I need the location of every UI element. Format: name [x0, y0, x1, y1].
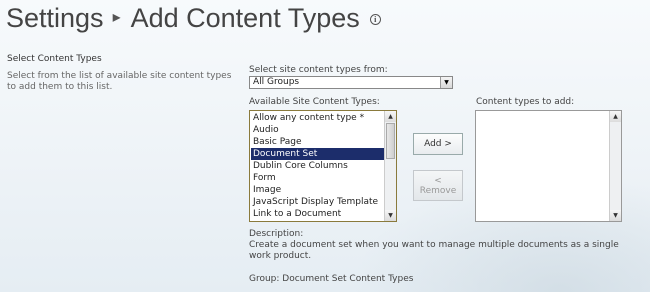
list-item[interactable]: Audio — [251, 124, 384, 136]
list-item[interactable]: Image — [251, 184, 384, 196]
section-description: Select from the list of available site c… — [7, 71, 232, 92]
breadcrumb-settings[interactable]: Settings — [6, 3, 104, 33]
added-scrollbar[interactable]: ▲ ▼ — [609, 111, 621, 221]
list-item[interactable]: Dublin Core Columns — [251, 160, 384, 172]
section-title: Select Content Types — [7, 54, 102, 64]
description-text: Create a document set when you want to m… — [249, 240, 619, 261]
group-select-value: All Groups — [253, 77, 300, 87]
added-label: Content types to add: — [476, 97, 575, 107]
available-scrollbar[interactable]: ▲ ▼ — [384, 111, 396, 221]
available-label: Available Site Content Types: — [249, 97, 380, 107]
page-header: Settings ▸ Add Content Types i — [6, 3, 381, 33]
list-item[interactable]: Form — [251, 172, 384, 184]
scroll-down-icon[interactable]: ▼ — [385, 210, 396, 221]
available-items: Allow any content type * Audio Basic Page D… — [251, 112, 384, 220]
page-title: Add Content Types — [130, 3, 360, 33]
dropdown-arrow-icon[interactable]: ▼ — [440, 77, 452, 88]
group-select[interactable]: All Groups ▼ — [249, 76, 453, 89]
list-item[interactable]: Basic Page — [251, 136, 384, 148]
scroll-up-icon[interactable]: ▲ — [385, 111, 396, 122]
remove-arrow: < — [434, 176, 442, 186]
scroll-down-icon[interactable]: ▼ — [610, 210, 621, 221]
list-item[interactable]: JavaScript Display Template — [251, 196, 384, 208]
scroll-up-icon[interactable]: ▲ — [610, 111, 621, 122]
available-content-types-list[interactable]: Allow any content type * Audio Basic Page D… — [249, 110, 397, 222]
add-button[interactable]: Add > — [413, 133, 463, 155]
remove-button[interactable]: < Remove — [413, 170, 463, 201]
list-item[interactable]: Document Set — [251, 148, 384, 160]
source-label: Select site content types from: — [249, 65, 388, 75]
list-item[interactable]: Allow any content type * — [251, 112, 384, 124]
scroll-thumb[interactable] — [386, 123, 395, 159]
list-item[interactable]: Link to a Document — [251, 208, 384, 220]
content-types-to-add-list[interactable]: ▲ ▼ — [475, 110, 622, 222]
info-icon[interactable]: i — [369, 13, 381, 25]
group-text: Group: Document Set Content Types — [249, 274, 414, 284]
remove-label: Remove — [419, 186, 457, 196]
breadcrumb-separator-icon: ▸ — [112, 9, 121, 26]
description-label: Description: — [249, 229, 304, 239]
